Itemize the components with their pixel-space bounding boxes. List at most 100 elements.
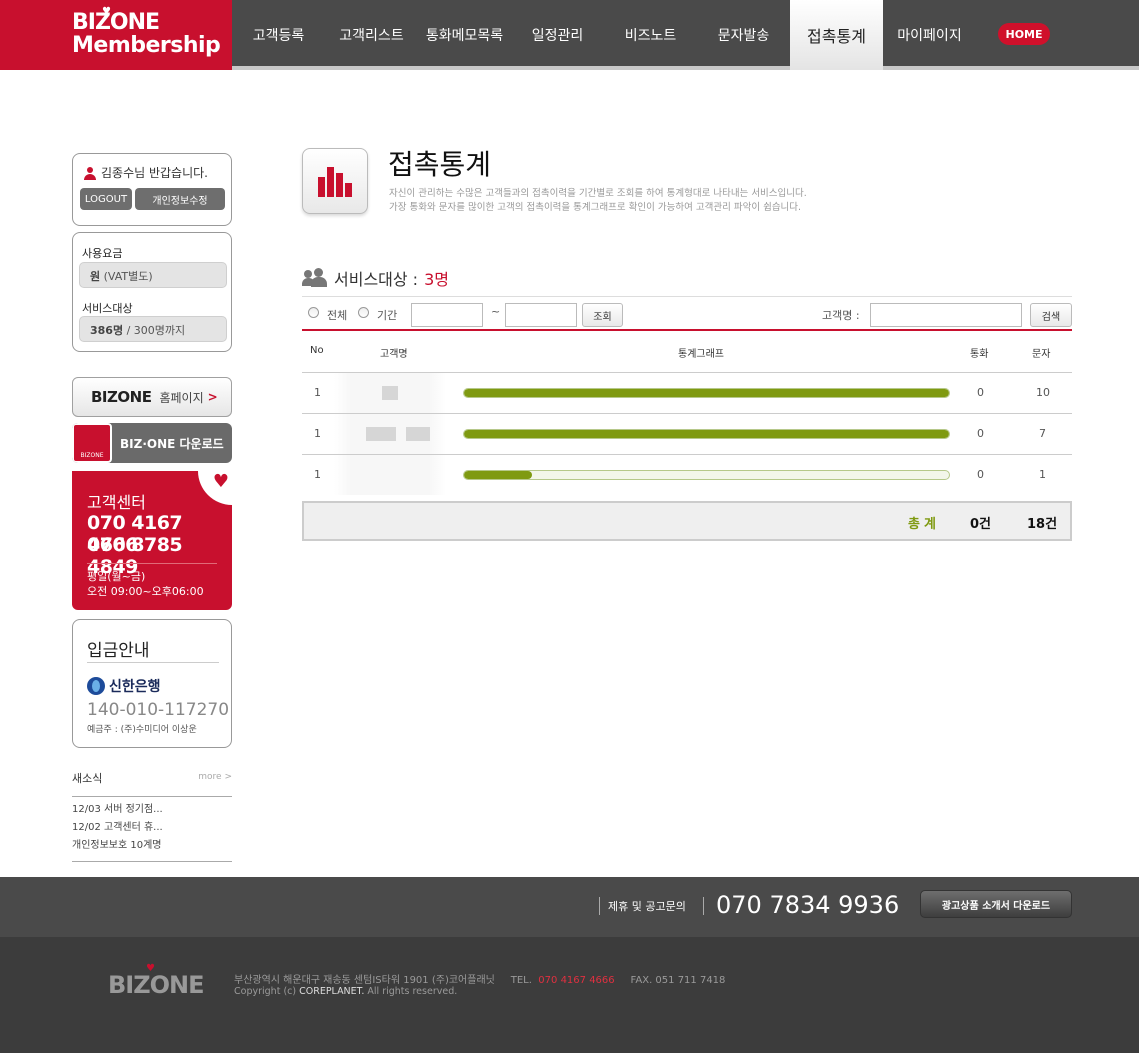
radio-all-label: 전체	[327, 309, 348, 322]
news-header: 새소식 more >	[72, 770, 232, 797]
col-calls: 통화	[970, 349, 989, 360]
nav-customer-list[interactable]: 고객리스트	[325, 0, 418, 70]
stats-bar	[463, 429, 950, 439]
contact-stats-table: No 고객명 통계그래프 통화 문자 1 0 10 1 0 7 1 0 1	[302, 333, 1072, 496]
footer-contact-bar: 제휴 및 공고문의 070 7834 9936 광고상품 소개서 다운로드	[0, 877, 1139, 937]
deposit-info-title: 입금안내	[87, 641, 150, 661]
fee-value: 원 (VAT별도)	[79, 262, 227, 288]
bizone-membership-logo[interactable]: ♥ BIZONE Membership	[0, 0, 232, 70]
usage-box: 사용요금 원 (VAT별도) 서비스대상 386명 / 300명까지	[72, 232, 232, 352]
bizone-app-icon: BIZONE	[72, 423, 112, 463]
service-target-label: 서비스대상 :	[334, 270, 419, 289]
user-icon	[83, 166, 97, 180]
top-navigation-bar: ♥ BIZONE Membership 고객등록 고객리스트 통화메모목록 일정…	[0, 0, 1139, 70]
col-no: No	[310, 345, 324, 356]
news-more-link[interactable]: more >	[198, 772, 232, 782]
date-range-separator: ~	[491, 305, 501, 318]
bizone-logo-text: BIZONE	[91, 388, 152, 406]
row-calls: 0	[977, 386, 984, 399]
bizone-download-button[interactable]: BIZONE BIZ·ONE 다운로드	[72, 423, 232, 463]
partnership-inquiry-label: 제휴 및 공고문의	[608, 900, 686, 913]
service-target-header: 서비스대상 : 3명	[302, 266, 449, 290]
company-address: 부산광역시 해운대구 재송동 센텀IS타워 1901 (주)코어플래닛 TEL.…	[234, 975, 726, 986]
row-no: 1	[314, 386, 321, 399]
start-date-input[interactable]	[411, 303, 483, 327]
row-calls: 0	[977, 468, 984, 481]
home-button[interactable]: HOME	[998, 23, 1050, 45]
service-target-label: 서비스대상	[82, 302, 133, 315]
row-sms: 1	[1039, 468, 1046, 481]
radio-all[interactable]	[308, 307, 319, 318]
logout-button[interactable]: LOGOUT	[80, 188, 132, 210]
lookup-button[interactable]: 조회	[582, 303, 623, 327]
footer-logo: ♥ BIZONE	[108, 963, 205, 999]
fee-label: 사용요금	[82, 247, 123, 260]
divider	[87, 563, 217, 564]
nav-contact-stats[interactable]: 접촉통계	[790, 0, 883, 70]
row-no: 1	[314, 468, 321, 481]
footer-info: ♥ BIZONE 부산광역시 해운대구 재송동 센텀IS타워 1901 (주)코…	[0, 937, 1139, 1053]
copyright: Copyright (c) COREPLANET. All rights res…	[234, 986, 458, 997]
bar-chart-icon	[302, 148, 368, 214]
greeting-text: 김종수님 반갑습니다.	[101, 166, 208, 180]
blurred-customer-name	[334, 414, 446, 454]
customer-name-input[interactable]	[870, 303, 1022, 327]
main-menu: 고객등록 고객리스트 통화메모목록 일정관리 비즈노트 문자발송 접촉통계 마이…	[232, 0, 976, 70]
chevron-right-icon: >	[207, 390, 218, 404]
heart-icon: ♥	[212, 471, 229, 492]
table-row[interactable]: 1 0 7	[302, 414, 1072, 455]
deposit-info-box: 입금안내 신한은행 140-010-117270 예금주 : (주)수미디어 이…	[72, 619, 232, 748]
nav-my-page[interactable]: 마이페이지	[883, 0, 976, 70]
row-sms: 7	[1039, 427, 1046, 440]
end-date-input[interactable]	[505, 303, 577, 327]
greeting-row: 김종수님 반갑습니다.	[83, 164, 208, 181]
logo-text-membership: Membership	[72, 33, 221, 58]
customer-center-title: 고객센터	[87, 493, 146, 512]
nav-call-memo-list[interactable]: 통화메모목록	[418, 0, 511, 70]
logo-text-bizone: BIZONE	[72, 10, 160, 35]
radio-period[interactable]	[358, 307, 369, 318]
total-label: 총계	[908, 517, 940, 532]
table-row[interactable]: 1 0 1	[302, 455, 1072, 496]
customer-name-label: 고객명 :	[822, 309, 860, 322]
shinhan-bank-icon	[87, 677, 105, 695]
col-customer-name: 고객명	[380, 349, 408, 360]
totals-row: 총계 0건 18건	[302, 501, 1072, 541]
edit-profile-button[interactable]: 개인정보수정	[135, 188, 225, 210]
total-sms: 18건	[1027, 517, 1058, 532]
row-calls: 0	[977, 427, 984, 440]
news-item[interactable]: 12/02 고객센터 휴...	[72, 821, 232, 839]
divider	[703, 897, 704, 915]
bank-account-number: 140-010-117270	[87, 700, 230, 720]
news-item[interactable]: 12/03 서버 정기점...	[72, 803, 232, 821]
nav-schedule[interactable]: 일정관리	[511, 0, 604, 70]
logo-heart-icon: ♥	[146, 963, 155, 974]
bizone-homepage-button[interactable]: BIZONE 홈페이지 >	[72, 377, 232, 417]
service-target-count: 3명	[424, 270, 449, 289]
news-item[interactable]: 개인정보보호 10계명	[72, 839, 232, 857]
stats-bar	[463, 470, 950, 480]
bank-name: 신한은행	[87, 676, 161, 696]
table-header: No 고객명 통계그래프 통화 문자	[302, 333, 1072, 373]
blurred-customer-name	[334, 373, 446, 413]
row-sms: 10	[1036, 386, 1050, 399]
table-row[interactable]: 1 0 10	[302, 373, 1072, 414]
col-stats-graph: 통계그래프	[678, 349, 724, 360]
col-sms: 문자	[1032, 349, 1051, 360]
nav-customer-register[interactable]: 고객등록	[232, 0, 325, 70]
divider	[87, 662, 219, 663]
ad-brochure-download-button[interactable]: 광고상품 소개서 다운로드	[920, 890, 1072, 918]
business-days: 평일(월~금)	[87, 570, 146, 583]
nav-send-sms[interactable]: 문자발송	[697, 0, 790, 70]
news-list: 12/03 서버 정기점... 12/02 고객센터 휴... 개인정보보호 1…	[72, 803, 232, 862]
search-button[interactable]: 검색	[1030, 303, 1072, 327]
homepage-label: 홈페이지	[159, 390, 204, 405]
news-title: 새소식	[72, 772, 103, 785]
download-label: BIZ·ONE 다운로드	[120, 436, 224, 451]
page-title: 접촉통계	[388, 148, 492, 181]
stats-bar	[463, 388, 950, 398]
total-calls: 0건	[970, 517, 992, 532]
account-holder: 예금주 : (주)수미디어 이상운	[87, 725, 197, 735]
business-hours: 오전 09:00~오후06:00	[87, 585, 204, 598]
nav-biz-note[interactable]: 비즈노트	[604, 0, 697, 70]
